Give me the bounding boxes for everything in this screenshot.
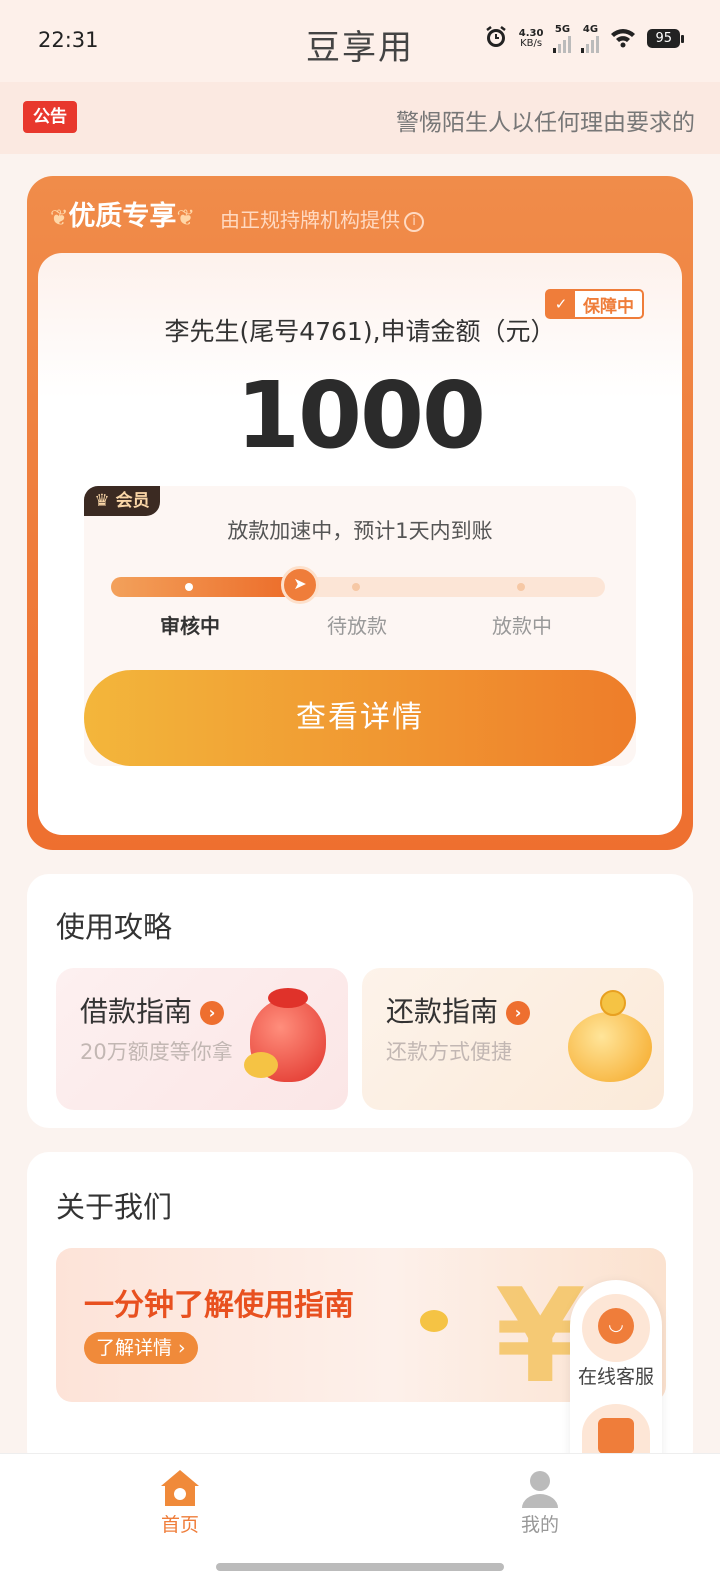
chevron-right-icon: › (200, 1001, 225, 1025)
step-pending-payout: 待放款 (327, 614, 387, 638)
about-title: 关于我们 (56, 1190, 173, 1224)
tab-home-label: 首页 (160, 1514, 199, 1536)
laurel-right-icon: ❦ (176, 206, 195, 231)
guide-title: 使用攻略 (56, 910, 173, 944)
coins-icon (244, 1052, 278, 1078)
applicant-info: 李先生(尾号4761),申请金额（元） (164, 317, 556, 346)
premium-badge: ❦优质专享❦ (50, 201, 195, 232)
rocket-icon: ➤ (281, 566, 319, 604)
home-icon (598, 1418, 634, 1454)
laurel-left-icon: ❦ (50, 206, 69, 231)
tab-mine[interactable]: 我的 (490, 1462, 590, 1538)
notice-text[interactable]: 警惕陌生人以任何理由要求的 (396, 103, 694, 137)
borrow-guide-title: 借款指南 › (80, 990, 225, 1030)
borrow-guide-subtitle: 20万额度等你拿 (80, 1040, 233, 1064)
member-icon: ♛ (94, 491, 110, 511)
progress-fill (111, 577, 299, 597)
loan-amount: 1000 (235, 362, 486, 469)
alarm-icon (483, 24, 509, 53)
signal-5g-icon: 5G (553, 24, 572, 53)
money-bag-knot (268, 988, 308, 1008)
member-badge: ♛ 会员 (84, 486, 160, 516)
repay-guide-title: 还款指南 › (386, 990, 531, 1030)
user-icon (522, 1471, 558, 1508)
learn-more-button[interactable]: 了解详情 › (84, 1332, 198, 1364)
chat-smile-icon: ◡ (598, 1308, 634, 1344)
premium-subtitle: 由正规持牌机构提供 i (220, 204, 424, 233)
gesture-bar[interactable] (216, 1563, 504, 1571)
view-details-button[interactable]: 查看详情 (84, 670, 636, 766)
status-icons: 4.30 KB/s 5G 4G 95 (483, 24, 684, 53)
step-dot (517, 583, 525, 591)
notice-badge: 公告 (23, 101, 77, 133)
chevron-right-icon: › (506, 1001, 531, 1025)
tab-mine-label: 我的 (520, 1514, 559, 1536)
repay-guide-subtitle: 还款方式便捷 (386, 1040, 512, 1064)
battery-icon: 95 (647, 29, 684, 48)
coin-icon (600, 990, 626, 1016)
step-reviewing: 审核中 (160, 614, 220, 638)
banner-title: 一分钟了解使用指南 (84, 1288, 354, 1323)
piggy-bank-icon (568, 1012, 652, 1082)
progress-text: 放款加速中，预计1天内到账 (227, 519, 493, 543)
coin-icon (420, 1310, 448, 1332)
customer-service-label[interactable]: 在线客服 (570, 1362, 662, 1389)
info-icon[interactable]: i (404, 211, 424, 232)
home-icon (161, 1470, 199, 1506)
tab-home[interactable]: 首页 (130, 1462, 230, 1538)
wifi-icon (609, 26, 637, 51)
net-speed: 4.30 KB/s (518, 27, 544, 49)
signal-4g-icon: 4G (581, 24, 600, 53)
step-dot (352, 583, 360, 591)
step-dot (185, 583, 193, 591)
step-paying-out: 放款中 (492, 614, 552, 638)
